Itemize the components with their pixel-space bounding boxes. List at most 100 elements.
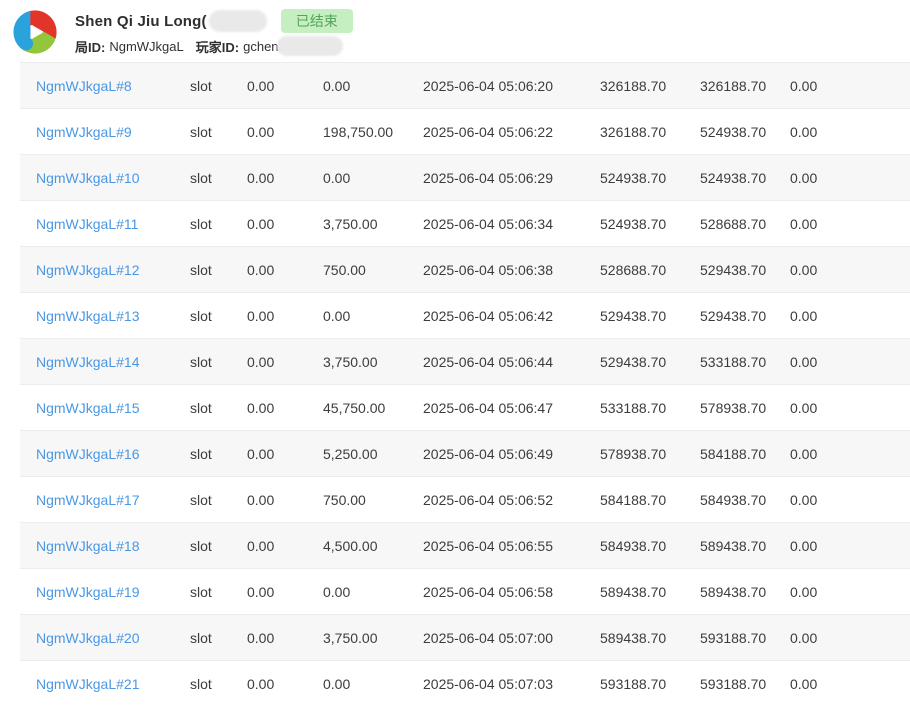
cell-time: 2025-06-04 05:06:52	[423, 477, 600, 523]
table-row: NgmWJkgaL#20slot0.003,750.002025-06-04 0…	[20, 615, 910, 661]
cell-time: 2025-06-04 05:06:42	[423, 293, 600, 339]
cell-payout: 3,750.00	[323, 201, 423, 247]
cell-time: 2025-06-04 05:06:29	[423, 155, 600, 201]
cell-round-id: NgmWJkgaL#15	[20, 385, 190, 431]
cell-bet: 0.00	[247, 523, 323, 569]
cell-round-id: NgmWJkgaL#17	[20, 477, 190, 523]
cell-balance-before: 589438.70	[600, 615, 700, 661]
table-row: NgmWJkgaL#18slot0.004,500.002025-06-04 0…	[20, 523, 910, 569]
cell-round-id: NgmWJkgaL#8	[20, 63, 190, 109]
cell-time: 2025-06-04 05:06:20	[423, 63, 600, 109]
table-row: NgmWJkgaL#21slot0.000.002025-06-04 05:07…	[20, 661, 910, 705]
cell-balance-after: 529438.70	[700, 247, 790, 293]
cell-time: 2025-06-04 05:06:58	[423, 569, 600, 615]
cell-balance-after: 326188.70	[700, 63, 790, 109]
cell-time: 2025-06-04 05:06:55	[423, 523, 600, 569]
redacted-player-text	[277, 36, 343, 56]
cell-time: 2025-06-04 05:06:44	[423, 339, 600, 385]
cell-balance-after: 589438.70	[700, 569, 790, 615]
player-id-label: 玩家ID:	[196, 37, 239, 56]
cell-payout: 198,750.00	[323, 109, 423, 155]
cell-balance-after: 578938.70	[700, 385, 790, 431]
cell-balance-after: 584188.70	[700, 431, 790, 477]
round-id-link[interactable]: NgmWJkgaL#19	[36, 584, 140, 600]
cell-balance-before: 529438.70	[600, 339, 700, 385]
round-id-link[interactable]: NgmWJkgaL#8	[36, 78, 132, 94]
cell-balance-before: 584938.70	[600, 523, 700, 569]
round-id-link[interactable]: NgmWJkgaL#13	[36, 308, 140, 324]
cell-time: 2025-06-04 05:06:34	[423, 201, 600, 247]
cell-bet: 0.00	[247, 615, 323, 661]
cell-bet: 0.00	[247, 385, 323, 431]
player-id-value: gchenl	[243, 39, 281, 54]
cell-bet: 0.00	[247, 339, 323, 385]
round-id-link[interactable]: NgmWJkgaL#21	[36, 676, 140, 692]
cell-extra: 0.00	[790, 523, 910, 569]
cell-extra: 0.00	[790, 155, 910, 201]
round-id-link[interactable]: NgmWJkgaL#17	[36, 492, 140, 508]
cell-balance-after: 589438.70	[700, 523, 790, 569]
header-text: Shen Qi Jiu Long( 已结束 局ID: NgmWJkgaL 玩家I…	[75, 5, 353, 56]
table-row: NgmWJkgaL#9slot0.00198,750.002025-06-04 …	[20, 109, 910, 155]
round-id-link[interactable]: NgmWJkgaL#9	[36, 124, 132, 140]
cell-round-id: NgmWJkgaL#16	[20, 431, 190, 477]
round-id-link[interactable]: NgmWJkgaL#11	[36, 216, 138, 232]
status-badge: 已结束	[281, 9, 353, 33]
round-id-link[interactable]: NgmWJkgaL#10	[36, 170, 140, 186]
cell-extra: 0.00	[790, 385, 910, 431]
cell-balance-after: 524938.70	[700, 155, 790, 201]
round-id-link[interactable]: NgmWJkgaL#15	[36, 400, 140, 416]
cell-payout: 0.00	[323, 569, 423, 615]
cell-round-id: NgmWJkgaL#11	[20, 201, 190, 247]
cell-bet: 0.00	[247, 661, 323, 705]
header: Shen Qi Jiu Long( 已结束 局ID: NgmWJkgaL 玩家I…	[0, 0, 910, 62]
cell-game-type: slot	[190, 431, 247, 477]
cell-time: 2025-06-04 05:06:47	[423, 385, 600, 431]
cell-game-type: slot	[190, 63, 247, 109]
table-row: NgmWJkgaL#8slot0.000.002025-06-04 05:06:…	[20, 63, 910, 109]
cell-bet: 0.00	[247, 293, 323, 339]
round-id-link[interactable]: NgmWJkgaL#16	[36, 446, 140, 462]
cell-payout: 3,750.00	[323, 339, 423, 385]
cell-extra: 0.00	[790, 247, 910, 293]
table-row: NgmWJkgaL#15slot0.0045,750.002025-06-04 …	[20, 385, 910, 431]
table-row: NgmWJkgaL#19slot0.000.002025-06-04 05:06…	[20, 569, 910, 615]
cell-bet: 0.00	[247, 431, 323, 477]
cell-game-type: slot	[190, 293, 247, 339]
cell-game-type: slot	[190, 109, 247, 155]
cell-balance-before: 326188.70	[600, 63, 700, 109]
cell-round-id: NgmWJkgaL#12	[20, 247, 190, 293]
cell-payout: 45,750.00	[323, 385, 423, 431]
cell-payout: 0.00	[323, 63, 423, 109]
round-id-link[interactable]: NgmWJkgaL#18	[36, 538, 140, 554]
table-row: NgmWJkgaL#13slot0.000.002025-06-04 05:06…	[20, 293, 910, 339]
cell-balance-after: 529438.70	[700, 293, 790, 339]
table-row: NgmWJkgaL#12slot0.00750.002025-06-04 05:…	[20, 247, 910, 293]
round-id-link[interactable]: NgmWJkgaL#14	[36, 354, 140, 370]
game-round-history-page: Shen Qi Jiu Long( 已结束 局ID: NgmWJkgaL 玩家I…	[0, 0, 910, 705]
cell-game-type: slot	[190, 339, 247, 385]
cell-extra: 0.00	[790, 63, 910, 109]
cell-payout: 4,500.00	[323, 523, 423, 569]
cell-payout: 5,250.00	[323, 431, 423, 477]
cell-balance-before: 593188.70	[600, 661, 700, 705]
cell-game-type: slot	[190, 569, 247, 615]
cell-round-id: NgmWJkgaL#13	[20, 293, 190, 339]
round-id-value: NgmWJkgaL	[109, 39, 183, 54]
cell-balance-before: 584188.70	[600, 477, 700, 523]
cell-balance-after: 593188.70	[700, 615, 790, 661]
cell-extra: 0.00	[790, 109, 910, 155]
cell-balance-before: 524938.70	[600, 201, 700, 247]
ids-row: 局ID: NgmWJkgaL 玩家ID: gchenl	[75, 36, 353, 56]
rounds-table: NgmWJkgaL#8slot0.000.002025-06-04 05:06:…	[20, 62, 910, 705]
cell-round-id: NgmWJkgaL#10	[20, 155, 190, 201]
cell-round-id: NgmWJkgaL#14	[20, 339, 190, 385]
round-id-link[interactable]: NgmWJkgaL#20	[36, 630, 140, 646]
cell-round-id: NgmWJkgaL#18	[20, 523, 190, 569]
cell-round-id: NgmWJkgaL#19	[20, 569, 190, 615]
round-id-link[interactable]: NgmWJkgaL#12	[36, 262, 140, 278]
cell-game-type: slot	[190, 385, 247, 431]
cell-payout: 0.00	[323, 155, 423, 201]
cell-extra: 0.00	[790, 201, 910, 247]
cell-extra: 0.00	[790, 661, 910, 705]
